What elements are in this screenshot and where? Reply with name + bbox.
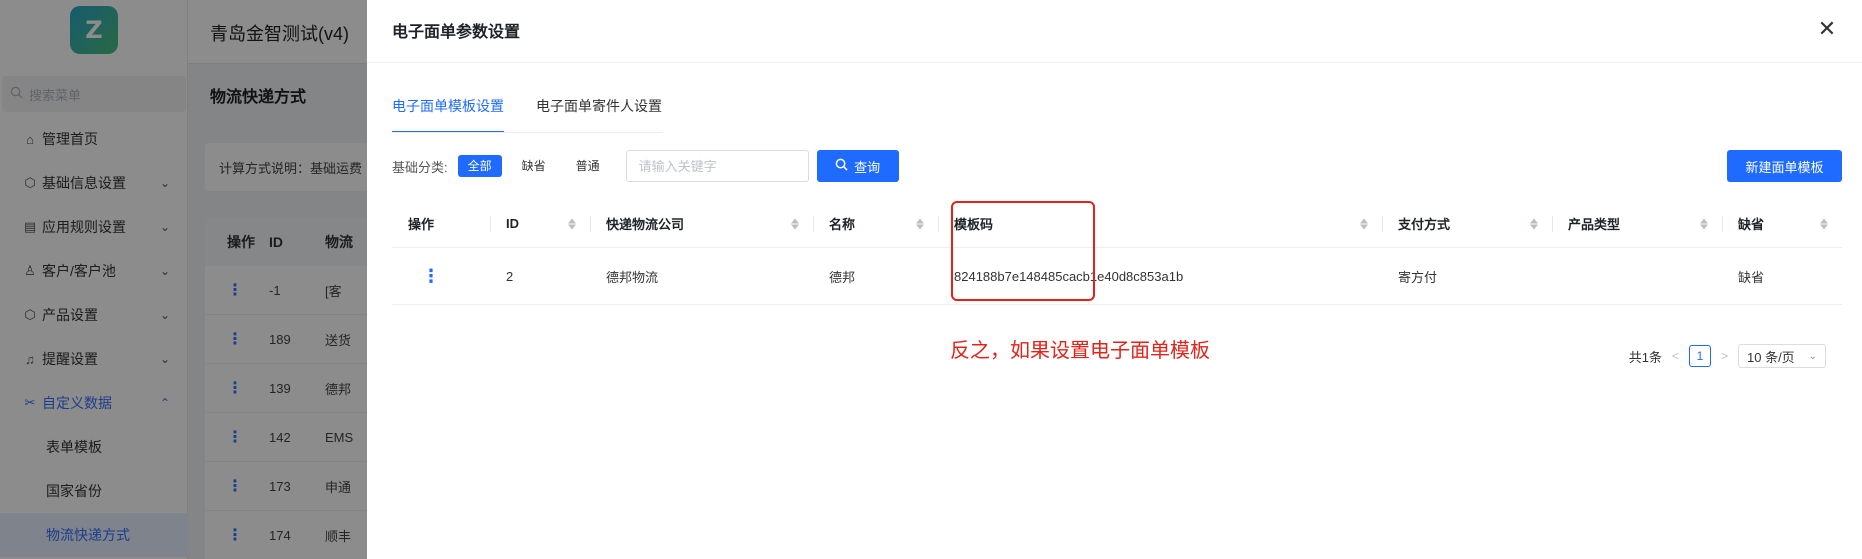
cell-operation: ⋮	[392, 248, 490, 304]
table-row: ⋮ 2 德邦物流 德邦 824188b7e148485cacb1e40d8c85…	[392, 248, 1842, 305]
cell-name: 德邦	[829, 269, 856, 285]
sort-icon[interactable]	[1820, 218, 1828, 229]
cell-company: 德邦物流	[606, 269, 659, 285]
page-size-select[interactable]: 10 条/页 ⌄	[1738, 344, 1826, 368]
sort-icon[interactable]	[568, 218, 576, 229]
search-button-label: 查询	[854, 159, 881, 175]
more-actions-icon[interactable]: ⋮	[408, 267, 440, 285]
column-header-label: 名称	[829, 217, 856, 232]
template-table: 操作 ID 快递物流公司 名称 模板码 支付方式 产品类型 缺省 ⋮ 2 德邦物…	[392, 200, 1842, 305]
column-header-id[interactable]: ID	[490, 200, 590, 247]
tab-sender-settings[interactable]: 电子面单寄件人设置	[536, 95, 662, 133]
chevron-down-icon: ⌄	[1808, 350, 1817, 362]
column-header-name[interactable]: 名称	[813, 200, 938, 247]
highlight-box	[951, 201, 1095, 301]
keyword-search-input[interactable]	[625, 150, 809, 182]
cell-payment: 寄方付	[1398, 269, 1438, 285]
column-header-label: 支付方式	[1398, 217, 1451, 232]
filter-label: 基础分类:	[392, 159, 448, 175]
column-header-default[interactable]: 缺省	[1722, 200, 1842, 247]
search-button[interactable]: 查询	[816, 150, 899, 182]
column-header-operation: 操作	[392, 200, 490, 247]
annotation-text: 反之，如果设置电子面单模板	[950, 340, 1210, 362]
search-icon	[835, 158, 848, 174]
filter-chip-all[interactable]: 全部	[457, 155, 502, 177]
tab-template-settings[interactable]: 电子面单模板设置	[392, 95, 504, 133]
settings-drawer: 电子面单参数设置 ✕ 电子面单模板设置 电子面单寄件人设置 基础分类: 全部 缺…	[367, 0, 1862, 559]
column-header-product-type[interactable]: 产品类型	[1552, 200, 1722, 247]
pagination: 共1条 < 1 > 10 条/页 ⌄	[1629, 344, 1826, 368]
sort-icon[interactable]	[791, 218, 799, 229]
column-header-label: 产品类型	[1568, 217, 1621, 232]
column-header-label: 快递物流公司	[606, 217, 685, 232]
close-icon[interactable]: ✕	[1812, 14, 1842, 44]
table-header: 操作 ID 快递物流公司 名称 模板码 支付方式 产品类型 缺省	[392, 200, 1842, 248]
page-size-value: 10 条/页	[1747, 349, 1795, 365]
pagination-total: 共1条	[1628, 349, 1662, 365]
column-header-label: ID	[506, 216, 519, 231]
column-header-label: 缺省	[1738, 217, 1765, 232]
drawer-header: 电子面单参数设置 ✕	[367, 0, 1862, 63]
page-number-button[interactable]: 1	[1688, 345, 1711, 367]
column-header-payment[interactable]: 支付方式	[1382, 200, 1552, 247]
sort-icon[interactable]	[1360, 218, 1368, 229]
sort-icon[interactable]	[916, 218, 924, 229]
next-page-icon[interactable]: >	[1721, 349, 1728, 363]
cell-id: 2	[506, 268, 514, 284]
tabs: 电子面单模板设置 电子面单寄件人设置	[392, 95, 662, 133]
sort-icon[interactable]	[1700, 218, 1708, 229]
filter-bar: 基础分类: 全部 缺省 普通 查询	[392, 150, 899, 182]
sort-icon[interactable]	[1530, 218, 1538, 229]
cell-product-type	[1552, 248, 1722, 304]
column-header-company[interactable]: 快递物流公司	[590, 200, 813, 247]
filter-chip-default[interactable]: 缺省	[512, 155, 556, 177]
new-template-button[interactable]: 新建面单模板	[1727, 150, 1842, 182]
cell-default: 缺省	[1738, 269, 1765, 285]
tabs-divider	[392, 132, 662, 133]
prev-page-icon[interactable]: <	[1672, 349, 1679, 363]
drawer-title: 电子面单参数设置	[392, 24, 521, 41]
column-header-label: 操作	[408, 217, 435, 232]
filter-chip-normal[interactable]: 普通	[566, 155, 610, 177]
